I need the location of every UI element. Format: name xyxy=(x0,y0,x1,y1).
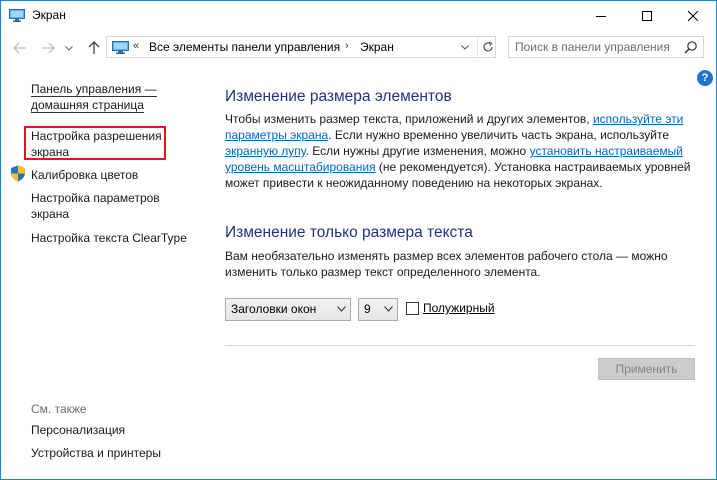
sidebar-item-calibration[interactable]: Калибровка цветов xyxy=(31,167,138,183)
help-button[interactable]: ? xyxy=(697,70,713,86)
minimize-button[interactable] xyxy=(578,1,624,31)
bold-label-text: Полужирный xyxy=(423,301,495,315)
apply-button[interactable]: Применить xyxy=(598,358,695,380)
section-heading-size: Изменение размера элементов xyxy=(225,88,452,105)
up-button[interactable] xyxy=(85,39,103,57)
navigation-bar: « Все элементы панели управления › Экран xyxy=(1,31,716,65)
control-panel-icon xyxy=(112,41,129,54)
breadcrumb-separator[interactable]: › xyxy=(345,40,349,52)
size-description: Чтобы изменить размер текста, приложений… xyxy=(225,111,710,191)
control-panel-window: Экран « Все элементы панели управления ›… xyxy=(0,0,717,480)
address-bar[interactable]: « Все элементы панели управления › Экран xyxy=(106,36,496,58)
refresh-button[interactable] xyxy=(477,37,497,57)
element-select-value: Заголовки окон xyxy=(231,302,317,316)
display-icon xyxy=(9,9,25,22)
description-text: Чтобы изменить размер текста, приложений… xyxy=(225,112,593,126)
close-icon xyxy=(688,11,698,21)
maximize-button[interactable] xyxy=(624,1,670,31)
chevron-down-icon xyxy=(461,44,469,50)
sidebar-item-label: Панель управления — домашняя страница xyxy=(31,82,157,113)
size-select-value: 9 xyxy=(364,302,371,316)
forward-arrow-icon xyxy=(42,42,55,54)
see-also-heading: См. также xyxy=(31,402,87,416)
sidebar-item-devices[interactable]: Устройства и принтеры xyxy=(31,445,161,461)
sidebar-item-cleartype[interactable]: Настройка текста ClearType xyxy=(31,230,187,246)
maximize-icon xyxy=(642,11,652,21)
shield-icon xyxy=(11,165,25,182)
breadcrumb-display[interactable]: Экран xyxy=(360,40,394,54)
sidebar-item-personalization[interactable]: Персонализация xyxy=(31,422,125,438)
recent-locations-button[interactable] xyxy=(63,39,75,57)
back-arrow-icon xyxy=(13,42,26,54)
search-box[interactable] xyxy=(508,36,704,58)
bold-checkbox[interactable] xyxy=(406,302,419,315)
back-button[interactable] xyxy=(11,39,29,57)
text-size-description: Вам необязательно изменять размер всех э… xyxy=(225,249,668,279)
forward-button[interactable] xyxy=(39,39,57,57)
description-text: . Если нужно временно увеличить часть эк… xyxy=(328,128,670,142)
breadcrumb-all-items[interactable]: Все элементы панели управления xyxy=(149,40,340,54)
search-icon[interactable] xyxy=(684,40,698,54)
address-overflow[interactable]: « xyxy=(133,40,139,52)
section-heading-text: Изменение только размера текста xyxy=(225,224,473,241)
up-arrow-icon xyxy=(88,41,100,54)
element-select[interactable]: Заголовки окон xyxy=(225,298,351,321)
magnifier-link[interactable]: экранную лупу xyxy=(225,144,306,158)
chevron-down-icon xyxy=(65,45,73,51)
title-bar: Экран xyxy=(1,1,716,31)
sidebar-item-display-params[interactable]: Настройка параметров экрана xyxy=(31,190,181,222)
close-button[interactable] xyxy=(670,1,716,31)
sidebar-item-home[interactable]: Панель управления — домашняя страница xyxy=(31,81,181,113)
chevron-down-icon xyxy=(384,306,393,312)
address-history-button[interactable] xyxy=(457,39,473,55)
description-text: . Если нужны другие изменения, можно xyxy=(305,144,530,158)
minimize-icon xyxy=(596,16,606,17)
divider xyxy=(225,345,695,346)
highlight-box xyxy=(24,126,166,160)
bold-checkbox-label[interactable]: Полужирный xyxy=(423,301,495,315)
chevron-down-icon xyxy=(337,306,346,312)
size-select[interactable]: 9 xyxy=(358,298,398,321)
refresh-icon xyxy=(482,41,493,52)
search-input[interactable] xyxy=(515,39,675,55)
window-title: Экран xyxy=(32,8,66,22)
